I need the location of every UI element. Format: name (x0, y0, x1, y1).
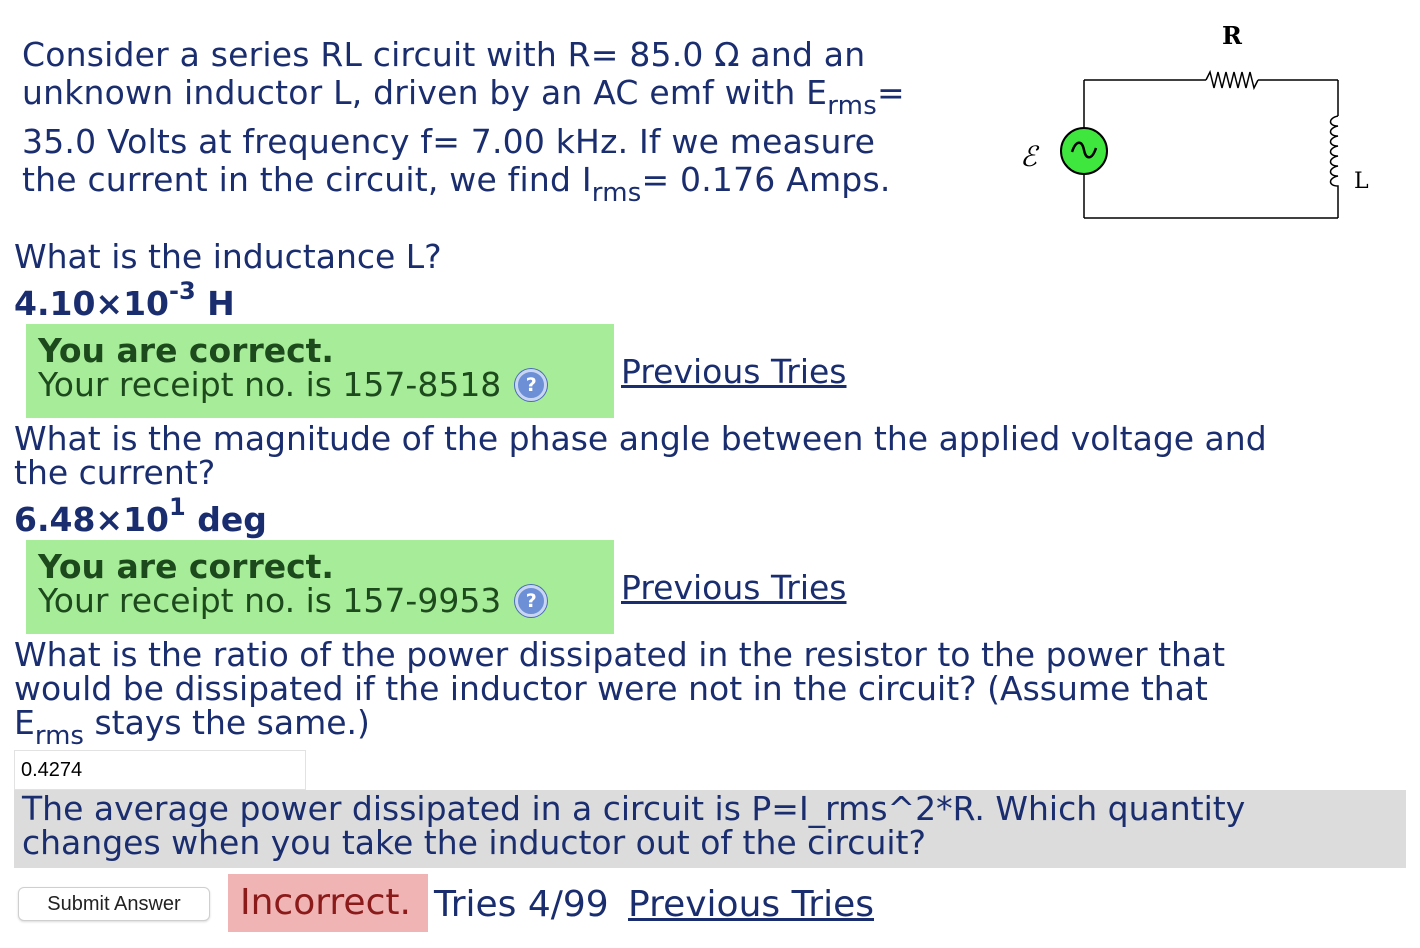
question-2-line-1: What is the magnitude of the phase angle… (14, 419, 1267, 458)
answer-1-unit: H (195, 284, 235, 323)
answer-2: 6.48×101 deg (14, 495, 267, 539)
submit-answer-button[interactable]: Submit Answer (18, 887, 210, 921)
problem-line-3: 35.0 Volts at frequency f= 7.00 kHz. If … (22, 122, 876, 161)
correct-title: You are correct. (38, 331, 334, 370)
problem-statement: Consider a series RL circuit with R= 85.… (22, 35, 1022, 209)
answer-1-exponent: -3 (169, 277, 196, 305)
resistor-label: R (1222, 21, 1243, 50)
hint-box: The average power dissipated in a circui… (14, 790, 1406, 868)
tries-counter: Tries 4/99 (434, 884, 609, 925)
answer-2-unit: deg (185, 500, 267, 539)
rl-circuit-diagram: R L ℰ (1020, 21, 1369, 219)
receipt-line: Your receipt no. is 157-8518? (38, 368, 602, 402)
inductor-symbol (1329, 115, 1339, 192)
answer-1: 4.10×10-3 H (14, 279, 235, 323)
inductor-label: L (1354, 169, 1369, 194)
receipt-text: Your receipt no. is 157-8518 (38, 365, 502, 404)
problem-line-4-text: the current in the circuit, we find I (22, 160, 592, 199)
rms-subscript: rms (591, 178, 642, 208)
problem-line-4-value: = 0.176 Amps. (641, 160, 891, 199)
help-icon[interactable]: ? (515, 369, 548, 401)
question-2: What is the magnitude of the phase angle… (14, 422, 1404, 490)
emf-label: ℰ (1020, 140, 1040, 173)
answer-1-mantissa: 4.10×10 (14, 284, 169, 323)
correct-title: You are correct. (38, 547, 334, 586)
answer-2-mantissa: 6.48×10 (14, 500, 169, 539)
previous-tries-link-1[interactable]: Previous Tries (621, 352, 847, 391)
question-3-line-3-text: stays the same.) (83, 703, 370, 742)
problem-line-2-text: unknown inductor L, driven by an AC emf … (22, 73, 828, 112)
question-3-line-1: What is the ratio of the power dissipate… (14, 635, 1226, 674)
rms-subscript: rms (34, 721, 84, 751)
problem-line-2: unknown inductor L, driven by an AC emf … (22, 73, 1022, 122)
help-icon[interactable]: ? (515, 585, 548, 617)
receipt-line: Your receipt no. is 157-9953? (38, 584, 602, 618)
incorrect-status-badge: Incorrect. (228, 874, 428, 932)
question-3-line-3: Erms stays the same.) (14, 703, 1404, 752)
hint-line-2: changes when you take the inductor out o… (22, 823, 926, 862)
correct-feedback-1: You are correct. Your receipt no. is 157… (26, 324, 614, 418)
previous-tries-link-3[interactable]: Previous Tries (628, 884, 874, 925)
correct-feedback-2: You are correct. Your receipt no. is 157… (26, 540, 614, 634)
question-3-line-2: would be dissipated if the inductor were… (14, 669, 1208, 708)
problem-line-2-eq: = (876, 73, 905, 112)
rms-subscript: rms (827, 91, 877, 121)
problem-line-1: Consider a series RL circuit with R= 85.… (22, 35, 866, 74)
resistor-symbol (1205, 69, 1259, 91)
question-3: What is the ratio of the power dissipate… (14, 635, 1404, 752)
answer-input-3[interactable] (14, 750, 306, 790)
question-3-e: E (14, 703, 35, 742)
question-2-line-2: the current? (14, 453, 216, 492)
previous-tries-link-2[interactable]: Previous Tries (621, 568, 847, 607)
question-1: What is the inductance L? (14, 237, 442, 276)
problem-line-4: the current in the circuit, we find Irms… (22, 160, 1022, 209)
hint-line-1: The average power dissipated in a circui… (22, 789, 1246, 828)
answer-2-exponent: 1 (169, 493, 186, 521)
receipt-text: Your receipt no. is 157-9953 (38, 581, 502, 620)
